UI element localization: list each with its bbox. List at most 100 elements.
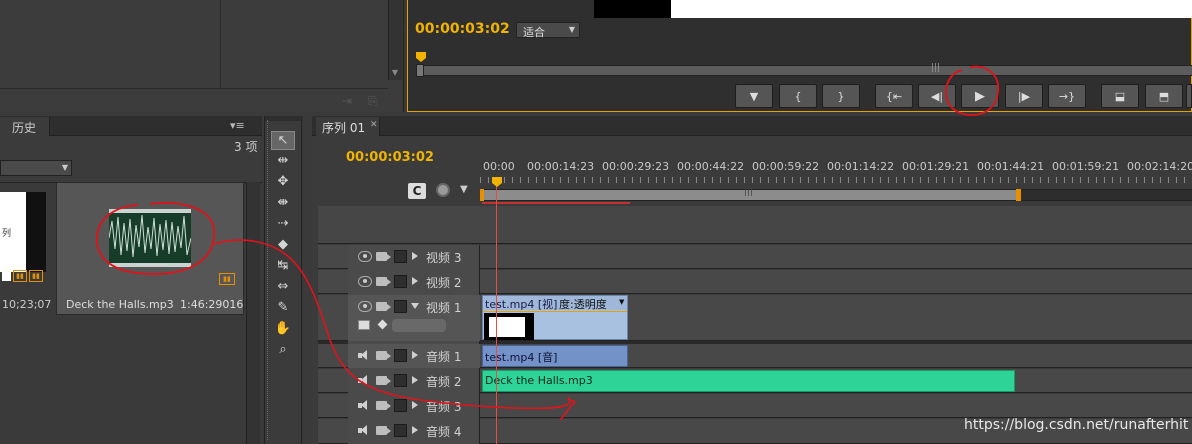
scroll-down-arrow-icon[interactable]: ▼ (388, 66, 402, 78)
display-style-icon[interactable] (358, 320, 370, 330)
transport-more[interactable] (1186, 84, 1192, 108)
extract-button[interactable]: ⬒ (1145, 84, 1183, 108)
project-item-name: Deck the Halls.mp3 (66, 298, 174, 311)
waveform-icon (109, 213, 191, 263)
lock-box-icon[interactable] (394, 300, 407, 313)
ruler-label: 00:01:29:21 (902, 160, 970, 173)
clip-video-test[interactable]: test.mp4 [视] 度:透明度 ▼ (482, 295, 628, 340)
insert-icon[interactable]: ⇥ (342, 94, 352, 108)
ruler-label: 00:01:44:21 (977, 160, 1045, 173)
film-icon[interactable] (376, 252, 391, 261)
tab-sequence[interactable]: 序列 01 ✕ (316, 117, 380, 136)
goto-out-button[interactable]: →} (1048, 84, 1086, 108)
fit-dropdown[interactable]: 适合 ▼ (516, 22, 580, 39)
track-label-a1: 音频 1 (426, 350, 462, 364)
track-select-tool-icon[interactable]: ⇹ (271, 151, 295, 170)
speaker-icon[interactable] (358, 400, 370, 411)
video-thumbnail: 列 (0, 192, 46, 272)
track-label-a3: 音频 3 (426, 400, 462, 414)
project-item-video[interactable]: 列 ▮▮ ▮▮ 10;23;07 (0, 182, 54, 315)
project-filter-dropdown[interactable]: ▼ (0, 160, 72, 176)
rolling-edit-tool-icon[interactable]: ⇼ (271, 193, 295, 212)
lock-box-icon[interactable] (394, 349, 407, 362)
lock-box-icon[interactable] (394, 275, 407, 288)
work-area-bar[interactable]: ||| (481, 187, 1018, 201)
mark-out-button[interactable]: } (822, 84, 860, 108)
speaker-icon[interactable] (358, 350, 370, 361)
film-icon[interactable] (376, 376, 391, 385)
close-icon[interactable]: ✕ (370, 120, 378, 130)
render-bar (482, 202, 630, 204)
ruler-label: 00:00 (483, 160, 515, 173)
clip-audio-deck[interactable]: Deck the Halls.mp3 (482, 370, 1015, 392)
video-badge-icon (2, 272, 11, 281)
snap-icon[interactable]: C (408, 183, 426, 199)
slip-tool-icon[interactable]: ↹ (271, 256, 295, 275)
tab-history[interactable]: 历史 (0, 117, 50, 136)
lock-box-icon[interactable] (394, 424, 407, 437)
rate-stretch-tool-icon[interactable]: ⇢ (271, 214, 295, 233)
project-item-audio[interactable]: ▮▮ Deck the Halls.mp3 1:46:29016 (56, 182, 244, 315)
film-icon[interactable] (376, 426, 391, 435)
film-icon[interactable] (376, 351, 391, 360)
sync-lock-icon[interactable] (436, 183, 450, 197)
mark-in-button[interactable]: { (779, 84, 817, 108)
ruler-ticks (480, 177, 1192, 183)
clip-audio-test[interactable]: test.mp4 [音] (482, 345, 628, 367)
clip-opacity-line[interactable] (483, 311, 627, 312)
ruler-label: 00:00:44:22 (677, 160, 745, 173)
expand-triangle-icon[interactable] (412, 252, 418, 260)
eye-icon[interactable] (358, 301, 372, 312)
track-label-v3: 视频 3 (426, 251, 462, 265)
film-icon[interactable] (376, 401, 391, 410)
panel-menu-icon[interactable]: ▾≡ (230, 119, 245, 132)
step-forward-button[interactable]: |▶ (1005, 84, 1043, 108)
zoom-tool-icon[interactable]: ⌕ (271, 340, 295, 359)
lock-box-icon[interactable] (394, 399, 407, 412)
overlay-icon[interactable]: ⎘ (368, 94, 378, 109)
lift-button[interactable]: ⬓ (1101, 84, 1139, 108)
playhead-line[interactable] (496, 186, 497, 444)
add-marker-button[interactable]: ▼ (735, 84, 773, 108)
selection-tool-icon[interactable]: ↖ (271, 131, 295, 150)
add-marker-icon[interactable]: ▼ (460, 184, 468, 195)
work-area-start[interactable] (480, 189, 484, 201)
ripple-edit-tool-icon[interactable]: ✥ (271, 172, 295, 191)
track-label-v1: 视频 1 (426, 301, 462, 315)
chevron-down-icon[interactable]: ▼ (619, 298, 624, 306)
goto-in-button[interactable]: {⇤ (875, 84, 913, 108)
expand-triangle-icon[interactable] (412, 376, 418, 384)
scrubber-left-handle[interactable] (416, 64, 424, 77)
source-divider-h (0, 88, 388, 89)
track-label-a4: 音频 4 (426, 425, 462, 439)
slide-tool-icon[interactable]: ⇔ (271, 277, 295, 296)
project-item-duration: 1:46:29016 (180, 298, 244, 311)
hand-tool-icon[interactable]: ✋ (271, 319, 295, 338)
film-icon[interactable] (376, 302, 391, 311)
lock-box-icon[interactable] (394, 250, 407, 263)
step-forward-icon: |▶ (1017, 89, 1031, 103)
program-scrubber[interactable]: ||| (416, 63, 1192, 76)
lock-box-icon[interactable] (394, 374, 407, 387)
source-panel: ▼ ⇥ ⎘ (0, 0, 404, 112)
project-scrollbar[interactable] (246, 182, 260, 444)
program-playhead-marker[interactable] (416, 52, 426, 62)
speaker-icon[interactable] (358, 425, 370, 436)
expand-triangle-icon[interactable] (412, 401, 418, 409)
expand-triangle-icon[interactable] (412, 277, 418, 285)
expand-triangle-icon[interactable] (412, 426, 418, 434)
clip-video-effect[interactable]: 度:透明度 (559, 296, 607, 312)
speaker-icon[interactable] (358, 375, 370, 386)
lift-icon: ⬓ (1114, 89, 1126, 103)
film-icon[interactable] (376, 277, 391, 286)
pen-tool-icon[interactable]: ✎ (271, 298, 295, 317)
expand-triangle-icon[interactable] (412, 351, 418, 359)
collapse-triangle-icon[interactable] (411, 303, 419, 309)
razor-tool-icon[interactable]: ◆ (271, 235, 295, 254)
ruler-label: 00:00:59:22 (752, 160, 820, 173)
eye-icon[interactable] (358, 251, 372, 262)
program-timecode[interactable]: 00:00:03:02 (415, 21, 510, 37)
eye-icon[interactable] (358, 276, 372, 287)
keyframe-nav-control[interactable] (392, 319, 446, 332)
sequence-timecode[interactable]: 00:00:03:02 (346, 150, 434, 165)
